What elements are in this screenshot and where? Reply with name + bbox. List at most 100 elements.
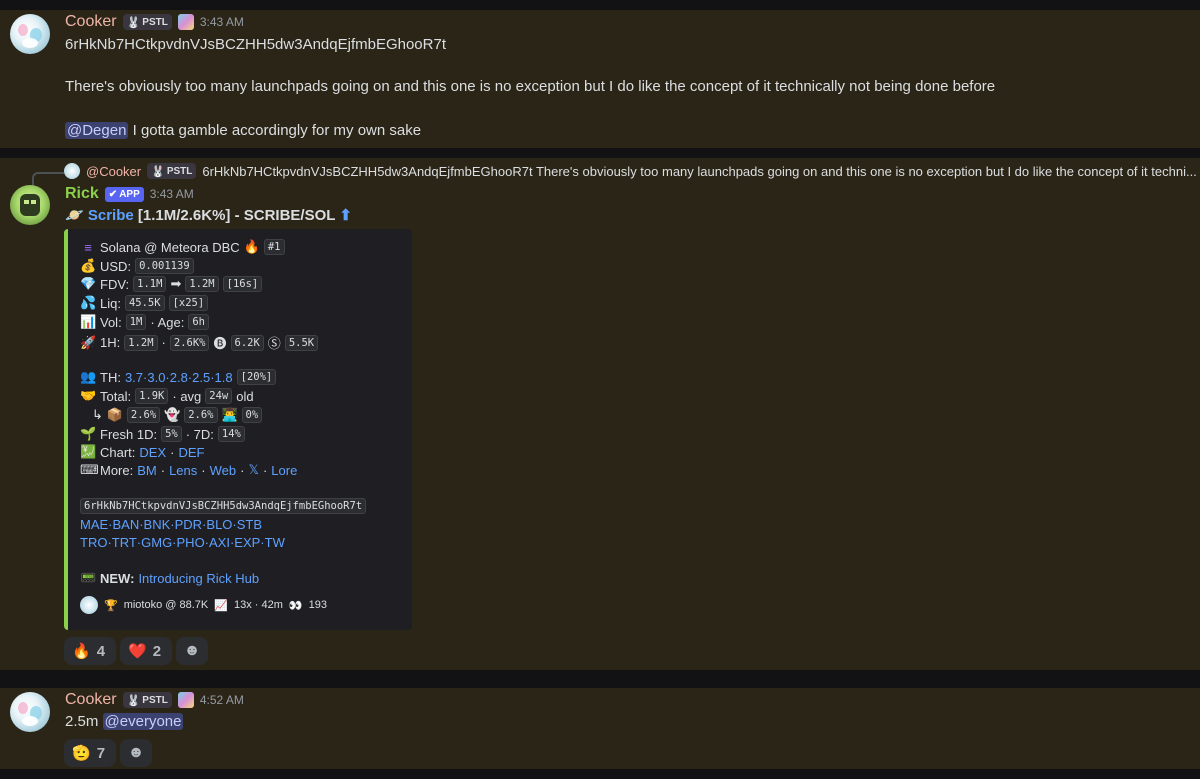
separator-dot: · [160, 462, 166, 478]
chart-label: Chart: [100, 444, 136, 460]
headline-rest: [1.1M/2.6K%] - SCRIBE/SOL [137, 207, 336, 224]
separator-dot: · [262, 462, 268, 478]
mention-everyone[interactable]: @everyone [102, 713, 184, 730]
reply-avatar [64, 163, 80, 179]
mention-degen[interactable]: @Degen [65, 122, 129, 139]
h1-value-a: 1.2M [124, 334, 158, 351]
x-link[interactable]: 𝕏 [248, 462, 258, 478]
developer-icon: 👨‍💻 [221, 407, 238, 422]
arrow-up-icon: ⬆ [339, 207, 352, 224]
avg-value: 24w [205, 388, 233, 404]
avg-label: · avg [172, 388, 202, 404]
fdv-from: 1.1M [133, 276, 167, 292]
rick-hub-link[interactable]: Introducing Rick Hub [138, 571, 259, 586]
th-percent: [20%] [236, 369, 277, 385]
rank-badge: #1 [263, 239, 285, 255]
fire-icon: 🔥 [72, 643, 91, 660]
th-values[interactable]: 3.7·3.0·2.8·2.5·1.8 [125, 370, 233, 385]
usd-row: 💰 USD: 0.001139 [80, 258, 194, 274]
solana-icon: ≡ [84, 239, 92, 255]
reaction-fire[interactable]: 🔥 4 [64, 637, 116, 665]
timestamp: 3:43 AM [149, 187, 194, 201]
keyboard-icon: ⌨ [80, 462, 99, 477]
web-link[interactable]: Web [210, 463, 237, 478]
handshake-icon: 🤝 [80, 388, 97, 403]
age-label: · Age: [150, 314, 185, 330]
role-tag[interactable]: 🐰 PSTL [122, 14, 172, 30]
package-icon: 📦 [106, 407, 124, 422]
usd-label: USD: [100, 258, 132, 274]
separator-band [0, 0, 1200, 10]
reaction-salute[interactable]: 🫡 7 [64, 739, 116, 767]
message-line: 2.5m @everyone [65, 711, 184, 733]
fire-icon: 🔥 [243, 239, 260, 254]
token-link[interactable]: Scribe [88, 207, 134, 224]
lens-link[interactable]: Lens [169, 463, 197, 478]
badge-icon[interactable] [177, 14, 194, 30]
bunny-icon: 🐰 [126, 16, 141, 29]
check-icon: ✔ [108, 188, 118, 200]
separator-band [0, 148, 1200, 158]
new-label: NEW: [100, 570, 135, 586]
reply-author[interactable]: @Cooker [86, 164, 141, 179]
fresh-1d: 5% [161, 426, 182, 442]
message-header: Cooker 🐰 PSTL 4:52 AM [65, 691, 244, 709]
total-row: 🤝 Total: 1.9K · avg 24w old [80, 388, 254, 404]
liq-label: Liq: [100, 295, 121, 311]
droplets-icon: 💦 [80, 295, 97, 310]
links-row-2[interactable]: TRO·TRT·GMG·PHO·AXI·EXP·TW [80, 535, 285, 550]
add-reaction-button[interactable]: ☻ [120, 739, 152, 767]
dex-link[interactable]: DEX [139, 445, 166, 460]
add-reaction-button[interactable]: ☻ [176, 637, 208, 665]
message-line: 6rHkNb7HCtkpvdnVJsBCZHH5dw3AndqEjfmbEGho… [65, 36, 446, 53]
sub-value-c: 0% [241, 407, 263, 423]
fdv-label: FDV: [100, 276, 130, 292]
holders-icon: 👥 [80, 369, 97, 384]
links-row-1[interactable]: MAE·BAN·BNK·PDR·BLO·STB [80, 517, 262, 532]
money-bag-icon: 💰 [80, 258, 97, 273]
username[interactable]: Rick [65, 185, 99, 203]
separator-band [0, 769, 1200, 779]
role-tag-label: PSTL [166, 165, 193, 177]
reaction-heart[interactable]: ❤️ 2 [120, 637, 172, 665]
smiley-icon: ☻ [127, 744, 145, 761]
message-text: 2.5m [65, 713, 99, 730]
liq-row: 💦 Liq: 45.5K [x25] [80, 295, 209, 311]
timestamp: 3:43 AM [199, 15, 244, 29]
h1-label: 1H: [100, 335, 121, 350]
heart-icon: ❤️ [128, 643, 147, 660]
role-tag: 🐰 PSTL [147, 163, 197, 179]
lore-link[interactable]: Lore [271, 463, 297, 478]
timestamp: 4:52 AM [199, 693, 244, 707]
def-link[interactable]: DEF [178, 445, 204, 460]
fresh-row: 🌱 Fresh 1D: 5% · 7D: 14% [80, 426, 245, 442]
message-3[interactable]: Cooker 🐰 PSTL 4:52 AM 2.5m @everyone 🫡 7 … [0, 688, 1200, 769]
contract-address[interactable]: 6rHkNb7HCtkpvdnVJsBCZHH5dw3AndqEjfmbEGho… [80, 498, 367, 514]
message-header: Rick ✔ APP 3:43 AM [65, 185, 194, 203]
bm-link[interactable]: BM [137, 463, 157, 478]
username[interactable]: Cooker [65, 691, 117, 709]
avatar[interactable] [10, 14, 50, 54]
message-line: @Degen I gotta gamble accordingly for my… [65, 120, 421, 142]
seedling-icon: 🌱 [80, 426, 97, 441]
rocket-icon: 🚀 [80, 334, 97, 350]
fdv-row: 💎 FDV: 1.1M ➡ 1.2M [16s] [80, 276, 263, 292]
fresh-label: Fresh 1D: [100, 426, 158, 442]
vol-row: 📊 Vol: 1M · Age: 6h [80, 314, 209, 330]
news-row: 📟 NEW: Introducing Rick Hub [80, 570, 259, 586]
reply-preview[interactable]: @Cooker 🐰 PSTL 6rHkNb7HCtkpvdnVJsBCZHH5dw… [64, 163, 1197, 179]
message-1[interactable]: Cooker 🐰 PSTL 3:43 AM 6rHkNb7HCtkpvdnVJsB… [0, 10, 1200, 158]
badge-icon[interactable] [177, 692, 194, 708]
role-tag[interactable]: 🐰 PSTL [122, 692, 172, 708]
h1-value-b: 2.6K% [169, 334, 210, 351]
h1-value-c: 6.2K [230, 334, 264, 351]
reply-text: 6rHkNb7HCtkpvdnVJsBCZHH5dw3AndqEjfmbEGho… [202, 163, 1197, 179]
avatar[interactable] [10, 185, 50, 225]
separator-dot: · [170, 444, 175, 460]
token-embed: ≡ Solana @ Meteora DBC 🔥 #1 💰 USD: 0.001… [64, 229, 412, 630]
username[interactable]: Cooker [65, 13, 117, 31]
fdv-time: [16s] [222, 276, 263, 292]
avatar[interactable] [10, 692, 50, 732]
chain-row: ≡ Solana @ Meteora DBC 🔥 #1 [80, 239, 285, 255]
check-chart-icon: 💹 [80, 444, 97, 459]
